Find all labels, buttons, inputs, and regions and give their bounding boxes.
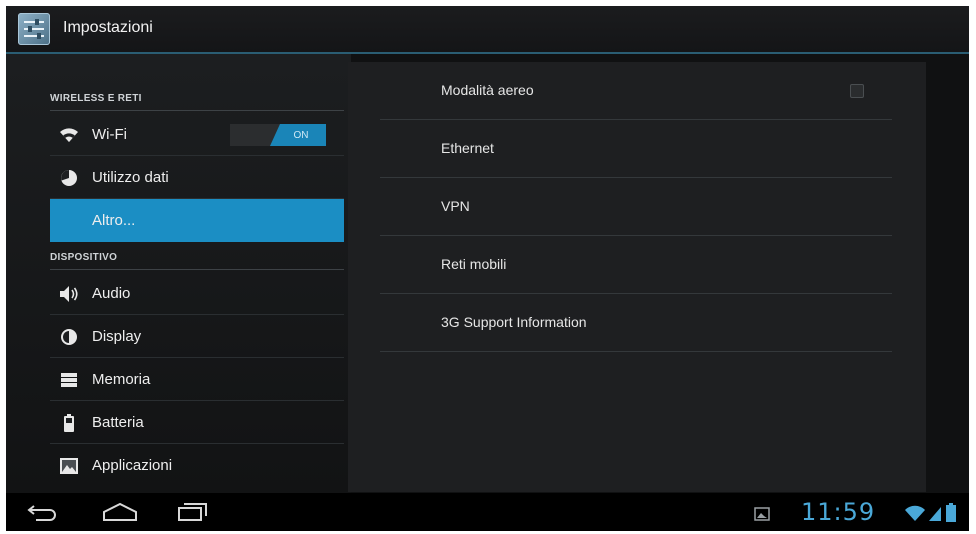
airplane-mode-label: Modalità aereo	[441, 82, 534, 98]
storage-label: Memoria	[92, 371, 151, 388]
apps-icon	[58, 455, 80, 477]
ethernet-label: Ethernet	[441, 140, 494, 156]
audio-label: Audio	[92, 285, 131, 302]
battery-status-icon	[946, 503, 956, 527]
battery-label: Batteria	[92, 414, 144, 431]
settings-item-audio[interactable]: Audio	[50, 272, 344, 315]
wifi-label: Wi-Fi	[92, 126, 127, 143]
section-header-wireless: WIRELESS E RETI	[50, 93, 142, 104]
more-label: Altro...	[92, 212, 136, 229]
detail-item-vpn[interactable]: VPN	[380, 178, 892, 236]
system-bar: 11:59	[6, 493, 969, 531]
settings-item-apps[interactable]: Applicazioni	[50, 444, 344, 487]
mobile-networks-label: Reti mobili	[441, 256, 507, 272]
divider	[50, 110, 344, 111]
wifi-icon	[58, 124, 80, 146]
settings-item-storage[interactable]: Memoria	[50, 358, 344, 401]
wifi-signal-icon	[904, 505, 926, 527]
recent-apps-icon[interactable]	[176, 501, 210, 528]
detail-item-mobile-networks[interactable]: Reti mobili	[380, 236, 892, 294]
settings-item-data-usage[interactable]: Utilizzo dati	[50, 156, 344, 199]
detail-item-ethernet[interactable]: Ethernet	[380, 120, 892, 178]
android-screen: Impostazioni WIRELESS E RETI Wi-Fi ON Ut…	[6, 6, 969, 531]
divider	[50, 269, 344, 270]
display-label: Display	[92, 328, 142, 345]
wifi-toggle[interactable]: ON	[230, 124, 326, 146]
battery-icon	[58, 412, 80, 434]
speaker-icon	[58, 283, 80, 305]
home-icon[interactable]	[102, 501, 138, 528]
section-header-device: DISPOSITIVO	[50, 252, 118, 263]
screenshot-notification-icon[interactable]	[754, 507, 770, 526]
settings-item-display[interactable]: Display	[50, 315, 344, 358]
page-title: Impostazioni	[63, 19, 153, 36]
settings-sliders-icon[interactable]	[18, 13, 50, 45]
storage-icon	[58, 369, 80, 391]
back-icon[interactable]	[26, 501, 60, 528]
3g-support-label: 3G Support Information	[441, 314, 587, 330]
status-clock: 11:59	[801, 498, 876, 526]
settings-item-battery[interactable]: Batteria	[50, 401, 344, 444]
settings-item-more[interactable]: Altro...	[50, 199, 344, 242]
apps-label: Applicazioni	[92, 457, 173, 474]
detail-item-airplane-mode[interactable]: Modalità aereo	[380, 62, 892, 120]
wifi-toggle-on: ON	[270, 124, 326, 146]
data-usage-label: Utilizzo dati	[92, 169, 169, 186]
brightness-icon	[58, 326, 80, 348]
detail-item-3g-support[interactable]: 3G Support Information	[380, 294, 892, 352]
data-usage-icon	[58, 167, 80, 189]
vpn-label: VPN	[441, 198, 470, 214]
detail-pane: Modalità aereo Ethernet VPN Reti mobili …	[348, 62, 926, 492]
action-bar: Impostazioni	[6, 6, 969, 54]
settings-item-wifi[interactable]: Wi-Fi ON	[50, 113, 344, 156]
settings-list: WIRELESS E RETI Wi-Fi ON Utilizzo dati A…	[6, 54, 351, 493]
airplane-mode-checkbox[interactable]	[850, 84, 864, 98]
cell-signal-icon	[928, 505, 942, 527]
